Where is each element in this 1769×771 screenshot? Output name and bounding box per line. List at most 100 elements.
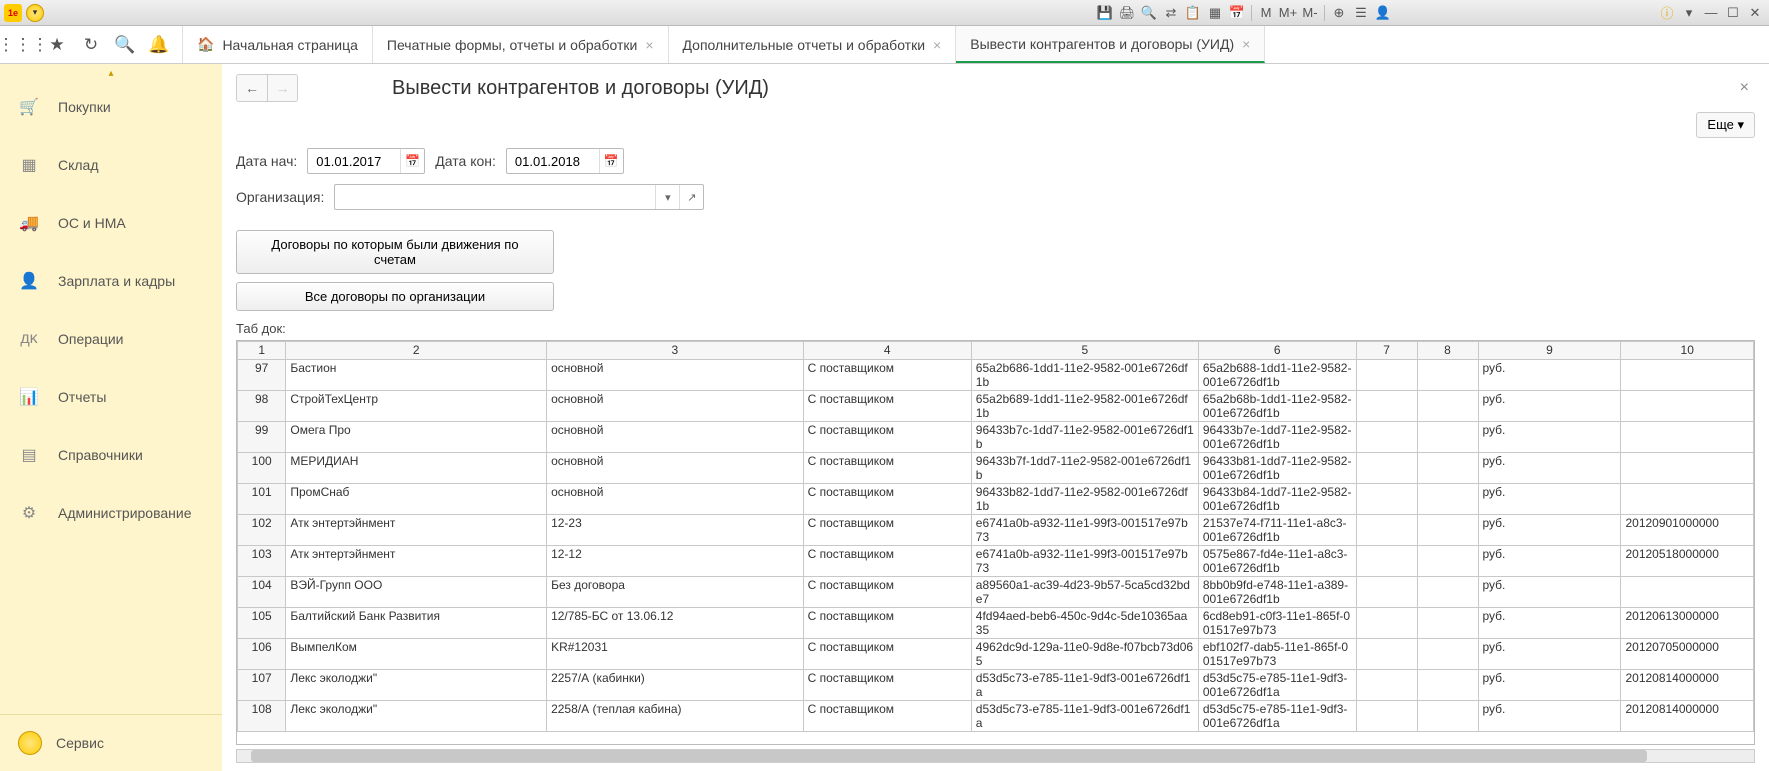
cell[interactable]: основной [547,453,804,484]
column-header[interactable]: 6 [1198,342,1356,360]
page-close-icon[interactable]: × [1734,79,1755,97]
cell[interactable]: 100 [238,453,286,484]
cell[interactable] [1356,639,1417,670]
cell[interactable]: 65a2b688-1dd1-11e2-9582-001e6726df1b [1198,360,1356,391]
dropdown-icon[interactable]: ▾ [1679,3,1699,23]
cell[interactable]: 97 [238,360,286,391]
cell[interactable] [1356,546,1417,577]
cell[interactable] [1356,608,1417,639]
table-row[interactable]: 101ПромСнабосновнойС поставщиком96433b82… [238,484,1754,515]
cell[interactable]: руб. [1478,453,1621,484]
cell[interactable] [1621,422,1754,453]
cell[interactable]: 21537e74-f711-11e1-a8c3-001e6726df1b [1198,515,1356,546]
cell[interactable] [1417,639,1478,670]
cell[interactable]: Атк энтертэйнмент [286,546,547,577]
tab-close-icon[interactable]: × [1242,36,1250,52]
cell[interactable]: 12-12 [547,546,804,577]
cell[interactable] [1621,391,1754,422]
table-row[interactable]: 105Балтийский Банк Развития12/785-БС от … [238,608,1754,639]
cell[interactable] [1417,670,1478,701]
cell[interactable] [1417,422,1478,453]
cell[interactable]: d53d5c75-e785-11e1-9df3-001e6726df1a [1198,670,1356,701]
column-header[interactable]: 7 [1356,342,1417,360]
apps-icon[interactable]: ⋮⋮⋮ [6,26,40,64]
cell[interactable]: 65a2b68b-1dd1-11e2-9582-001e6726df1b [1198,391,1356,422]
cell[interactable]: руб. [1478,515,1621,546]
column-header[interactable]: 2 [286,342,547,360]
cell[interactable] [1417,546,1478,577]
column-header[interactable]: 10 [1621,342,1754,360]
calendar-icon[interactable]: 📅 [599,149,623,173]
favorite-icon[interactable]: ★ [40,26,74,64]
column-header[interactable]: 3 [547,342,804,360]
cell[interactable]: KR#12031 [547,639,804,670]
cell[interactable]: 4962dc9d-129a-11e0-9d8e-f07bcb73d065 [971,639,1198,670]
date-end-input[interactable] [507,154,599,169]
cell[interactable]: основной [547,484,804,515]
clipboard-icon[interactable]: 📋 [1183,3,1203,23]
cell[interactable]: 104 [238,577,286,608]
maximize-icon[interactable]: ☐ [1723,3,1743,23]
cell[interactable]: СтройТехЦентр [286,391,547,422]
cell[interactable]: a89560a1-ac39-4d23-9b57-5ca5cd32bde7 [971,577,1198,608]
cell[interactable]: руб. [1478,701,1621,732]
cell[interactable]: 103 [238,546,286,577]
cell[interactable] [1356,391,1417,422]
cell[interactable]: Лекс эколоджи" [286,670,547,701]
cell[interactable] [1621,360,1754,391]
cell[interactable] [1356,701,1417,732]
cell[interactable] [1621,484,1754,515]
preview-icon[interactable]: 🔍 [1139,3,1159,23]
cell[interactable] [1621,453,1754,484]
cell[interactable]: 8bb0b9fd-e748-11e1-a389-001e6726df1b [1198,577,1356,608]
print-icon[interactable]: 🖨 [1117,3,1137,23]
cell[interactable] [1417,608,1478,639]
app-menu-dropdown[interactable]: ▾ [26,4,44,22]
sidebar-item-service[interactable]: Сервис [0,714,222,771]
cell[interactable]: 20120814000000 [1621,701,1754,732]
tab-export-contractors[interactable]: Вывести контрагентов и договоры (УИД) × [956,26,1265,63]
sidebar-item-purchases[interactable]: 🛒 Покупки [0,78,222,136]
column-header[interactable]: 4 [803,342,971,360]
cell[interactable]: 20120901000000 [1621,515,1754,546]
table-row[interactable]: 107Лекс эколоджи"2257/А (кабинки)С поста… [238,670,1754,701]
cell[interactable]: 106 [238,639,286,670]
cell[interactable]: 12-23 [547,515,804,546]
cell[interactable]: С поставщиком [803,670,971,701]
calc-m-plus[interactable]: M+ [1278,3,1298,23]
cell[interactable]: руб. [1478,670,1621,701]
cell[interactable]: ВымпелКом [286,639,547,670]
cell[interactable]: 4fd94aed-beb6-450c-9d4c-5de10365aa35 [971,608,1198,639]
cell[interactable]: e6741a0b-a932-11e1-99f3-001517e97b73 [971,515,1198,546]
zoom-icon[interactable]: ⊕ [1329,3,1349,23]
open-icon[interactable]: ↗ [679,185,703,209]
cell[interactable]: основной [547,391,804,422]
nav-back-button[interactable]: ← [237,75,267,101]
cell[interactable]: С поставщиком [803,422,971,453]
cell[interactable]: 20120613000000 [1621,608,1754,639]
tab-close-icon[interactable]: × [645,37,653,53]
nav-forward-button[interactable]: → [267,75,297,101]
spreadsheet[interactable]: 12345678910 97БастионосновнойС поставщик… [236,340,1755,745]
cell[interactable]: 20120705000000 [1621,639,1754,670]
cell[interactable]: С поставщиком [803,484,971,515]
table-row[interactable]: 97БастионосновнойС поставщиком65a2b686-1… [238,360,1754,391]
cell[interactable]: руб. [1478,484,1621,515]
history-icon[interactable]: ↻ [74,26,108,64]
cell[interactable]: руб. [1478,639,1621,670]
table-row[interactable]: 102Атк энтертэйнмент12-23С поставщикомe6… [238,515,1754,546]
column-header[interactable]: 8 [1417,342,1478,360]
cell[interactable]: d53d5c73-e785-11e1-9df3-001e6726df1a [971,701,1198,732]
cell[interactable]: С поставщиком [803,515,971,546]
user-icon[interactable]: 👤 [1373,3,1393,23]
sidebar-item-hr[interactable]: 👤 Зарплата и кадры [0,252,222,310]
cell[interactable] [1356,577,1417,608]
table-row[interactable]: 104ВЭЙ-Групп ОООБез договораС поставщико… [238,577,1754,608]
compare-icon[interactable]: ⇄ [1161,3,1181,23]
cell[interactable]: ebf102f7-dab5-11e1-865f-001517e97b73 [1198,639,1356,670]
cell[interactable]: 20120814000000 [1621,670,1754,701]
cell[interactable]: 20120518000000 [1621,546,1754,577]
cell[interactable]: С поставщиком [803,639,971,670]
cell[interactable]: С поставщиком [803,577,971,608]
cell[interactable]: 96433b7f-1dd7-11e2-9582-001e6726df1b [971,453,1198,484]
